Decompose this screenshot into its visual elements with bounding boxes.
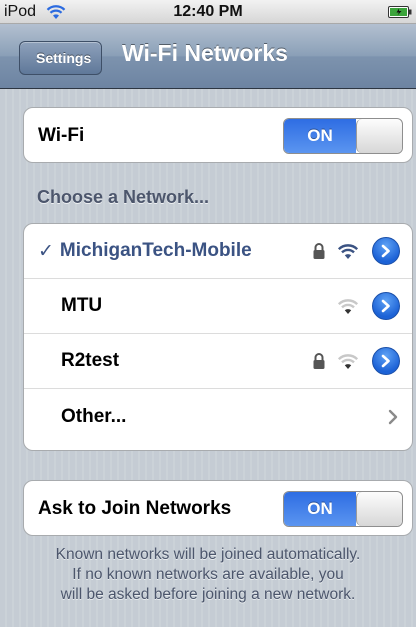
lock-icon — [313, 243, 325, 259]
chevron-right-icon — [381, 244, 390, 258]
back-button-label: Settings — [36, 50, 92, 66]
wifi-switch-on-label: ON — [284, 118, 356, 153]
navigation-bar: Settings Wi-Fi Networks — [0, 24, 416, 89]
network-name: MTU — [61, 295, 103, 316]
network-row-michigantech-mobile[interactable]: ✓ MichiganTech-Mobile — [24, 224, 412, 279]
network-row-mtu[interactable]: MTU — [24, 279, 412, 334]
ask-to-join-cell: Ask to Join Networks ON — [24, 481, 412, 535]
networks-section-header: Choose a Network... — [37, 187, 210, 207]
page-title: Wi-Fi Networks — [122, 40, 288, 66]
network-details-button[interactable] — [372, 347, 400, 375]
network-row-r2test[interactable]: R2test — [24, 334, 412, 389]
chevron-right-icon — [381, 354, 390, 368]
wifi-cell: Wi-Fi ON — [24, 108, 412, 162]
ask-to-join-group: Ask to Join Networks ON — [23, 480, 413, 536]
wifi-switch[interactable]: ON — [283, 117, 403, 154]
network-row-other[interactable]: Other... — [24, 389, 412, 444]
network-list: ✓ MichiganTech-Mobile MTU R2test Other..… — [23, 223, 413, 451]
chevron-right-icon — [381, 299, 390, 313]
battery-icon — [388, 6, 412, 18]
ask-to-join-switch-knob — [356, 491, 402, 526]
wifi-signal-weak-icon — [337, 298, 359, 314]
lock-icon — [313, 353, 325, 369]
footer-line: Known networks will be joined automatica… — [55, 546, 361, 563]
status-bar: iPod 12:40 PM — [0, 0, 416, 24]
wifi-signal-full-icon — [337, 243, 359, 259]
network-name: Other... — [61, 405, 127, 427]
chevron-right-icon — [388, 409, 398, 424]
network-details-button[interactable] — [372, 292, 400, 320]
wifi-label: Wi-Fi — [38, 124, 85, 146]
footer-line: If no known networks are available, you — [72, 566, 344, 583]
network-name: R2test — [61, 350, 120, 371]
network-name: MichiganTech-Mobile — [59, 240, 252, 261]
footer-line: will be asked before joining a new netwo… — [60, 586, 356, 603]
wifi-toggle-group: Wi-Fi ON — [23, 107, 413, 163]
ask-to-join-label: Ask to Join Networks — [38, 497, 232, 519]
status-time: 12:40 PM — [173, 3, 243, 20]
checkmark-icon: ✓ — [38, 240, 54, 262]
settings-back-button[interactable]: Settings — [19, 41, 103, 75]
ask-to-join-switch[interactable]: ON — [283, 490, 403, 527]
wifi-signal-weak-icon — [337, 353, 359, 369]
ask-to-join-footer: Known networks will be joined automatica… — [0, 545, 416, 605]
wifi-switch-knob — [356, 118, 402, 153]
ask-to-join-switch-on-label: ON — [284, 491, 356, 526]
network-details-button[interactable] — [372, 237, 400, 265]
